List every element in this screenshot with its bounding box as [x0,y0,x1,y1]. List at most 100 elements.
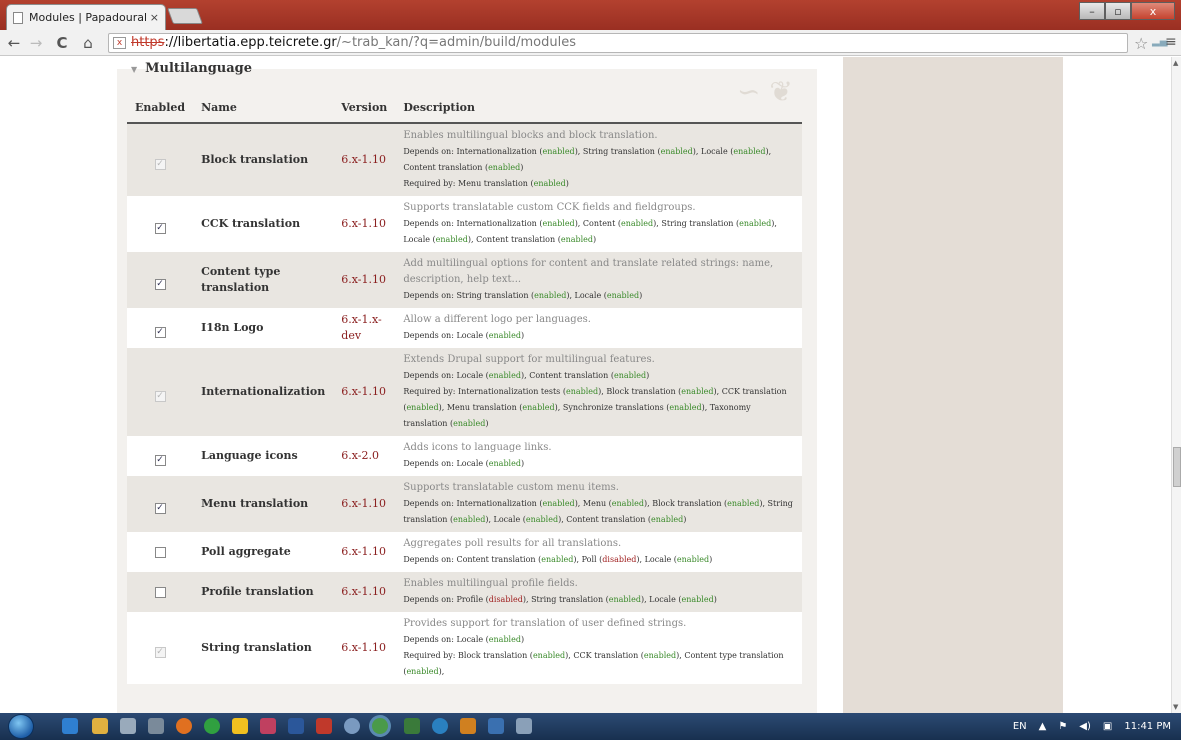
description-text: Enables multilingual profile fields. [403,578,578,589]
vertical-scrollbar[interactable]: ▲ ▼ [1171,57,1181,713]
home-icon[interactable]: ⌂ [78,33,98,53]
url-path: /~trab_kan/?q=admin/build/modules [336,35,576,50]
dependency-text: ) [520,459,525,468]
back-arrow-icon[interactable]: ← [4,33,24,53]
volume-icon[interactable]: ◀) [1079,721,1091,732]
status-enabled: enabled [525,515,559,524]
dependency-text: Depends on: Content translation ( [403,555,542,564]
scroll-up-arrow-icon[interactable]: ▲ [1173,59,1178,67]
dependency-text: Depends on: Locale ( [403,459,489,468]
header-enabled: Enabled [127,93,194,124]
enabled-checkbox[interactable] [154,586,166,598]
enabled-checkbox[interactable] [154,546,166,558]
network-icon[interactable]: ▣ [1103,721,1112,732]
new-tab-button[interactable] [167,8,203,24]
enabled-checkbox[interactable]: ✓ [154,454,166,466]
address-bar[interactable]: x https://libertatia.epp.teicrete.gr/~tr… [108,33,1128,53]
module-name: Block translation [193,123,334,196]
firefox-icon[interactable] [176,718,192,734]
chrome-icon[interactable] [372,718,388,734]
app-icon-5[interactable] [488,718,504,734]
module-row: ✓ Language icons 6.x-2.0 Adds icons to lang… [127,436,802,476]
reload-icon[interactable]: C [52,33,72,53]
module-version: 6.x-1.10 [333,348,396,436]
system-tray: EN ▲ ⚑ ◀) ▣ 11:41 PM [1013,713,1171,740]
description-text: Adds icons to language links. [403,442,552,453]
app-icon[interactable] [260,718,276,734]
dependency-text: ) [520,635,525,644]
module-description: Add multilingual options for content and… [395,252,802,308]
table-header-row: Enabled Name Version Description [127,93,802,124]
file-explorer-icon[interactable] [92,718,108,734]
clock[interactable]: 11:41 PM [1124,721,1171,732]
pdf-icon[interactable] [316,718,332,734]
module-description: Supports translatable custom CCK fields … [395,196,802,252]
enabled-checkbox[interactable]: ✓ [154,502,166,514]
browser-tab[interactable]: Modules | Papadourakis G × [6,4,166,30]
depends-on: Depends on: String translation (enabled)… [403,288,794,304]
depends-on: Depends on: Internationalization (enable… [403,144,794,176]
status-enabled: enabled [643,651,677,660]
required-by: Required by: Internationalization tests … [403,384,794,432]
module-name: String translation [193,612,334,684]
language-indicator[interactable]: EN [1013,721,1027,732]
bookmark-star-icon[interactable]: ☆ [1134,34,1148,53]
dependency-text: ), Locale ( [566,291,607,300]
depends-on: Depends on: Profile (disabled), String t… [403,592,794,608]
forward-arrow-icon[interactable]: → [26,33,46,53]
depends-on: Depends on: Content translation (enabled… [403,552,794,568]
window-controls: – ▫ x [1079,2,1175,20]
fieldset-legend[interactable]: ▼ Multilanguage [131,61,252,76]
status-enabled: enabled [739,219,772,228]
status-enabled: enabled [542,219,575,228]
dependency-text: Depends on: Internationalization ( [403,219,543,228]
description-text: Supports translatable custom CCK fields … [403,202,696,213]
enabled-checkbox[interactable]: ✓ [154,278,166,290]
paint-icon[interactable] [232,718,248,734]
scroll-down-arrow-icon[interactable]: ▼ [1173,703,1178,711]
module-row: ✓ CCK translation 6.x-1.10 Supports transla… [127,196,802,252]
app-icon-6[interactable] [516,718,532,734]
status-enabled: enabled [606,291,640,300]
description-text: Extends Drupal support for multilingual … [403,354,655,365]
minimize-button[interactable]: – [1079,2,1105,20]
internet-explorer-icon[interactable] [62,718,78,734]
status-enabled: enabled [453,515,486,524]
dependency-text: Depends on: Profile ( [403,595,489,604]
module-description: Adds icons to language links. Depends on:… [395,436,802,476]
tab-close-icon[interactable]: × [150,11,159,24]
collapse-triangle-icon[interactable]: ▼ [131,64,137,74]
description-text: Supports translatable custom menu items. [403,482,619,493]
dependency-text: ) [485,419,489,428]
excel-icon[interactable] [404,718,420,734]
app-icon-2[interactable] [344,718,360,734]
module-version: 6.x-1.10 [333,532,396,572]
flag-icon[interactable]: ⚑ [1058,721,1067,732]
start-button[interactable] [8,714,34,739]
media-icon[interactable] [204,718,220,734]
insecure-lock-icon[interactable]: x [113,37,126,49]
module-description: Supports translatable custom menu items.… [395,476,802,532]
dependency-text: ), String translation ( [522,595,609,604]
app-icon-3[interactable] [432,718,448,734]
enabled-checkbox[interactable]: ✓ [154,326,166,338]
dependency-text: Required by: Menu translation ( [403,179,534,188]
enabled-checkbox[interactable]: ✓ [154,222,166,234]
scrollbar-thumb[interactable] [1173,447,1181,487]
status-enabled: enabled [669,403,702,412]
app-icon-4[interactable] [460,718,476,734]
dependency-text: ) [646,371,650,380]
dependency-text: ), Menu translation ( [438,403,523,412]
calculator-icon[interactable] [148,718,164,734]
status-enabled: enabled [565,387,599,396]
dependency-text: ), Menu ( [574,499,612,508]
close-window-button[interactable]: x [1131,2,1175,20]
dependency-text: ), CCK translation ( [565,651,644,660]
url-host: ://libertatia.epp.teicrete.gr [164,35,337,50]
maximize-button[interactable]: ▫ [1105,2,1131,20]
depends-on: Depends on: Locale (enabled) [403,632,794,648]
tool-icon[interactable] [120,718,136,734]
browser-menu-icon[interactable]: ≡ [1165,34,1177,50]
word-icon[interactable] [288,718,304,734]
tray-arrow-icon[interactable]: ▲ [1039,721,1047,732]
